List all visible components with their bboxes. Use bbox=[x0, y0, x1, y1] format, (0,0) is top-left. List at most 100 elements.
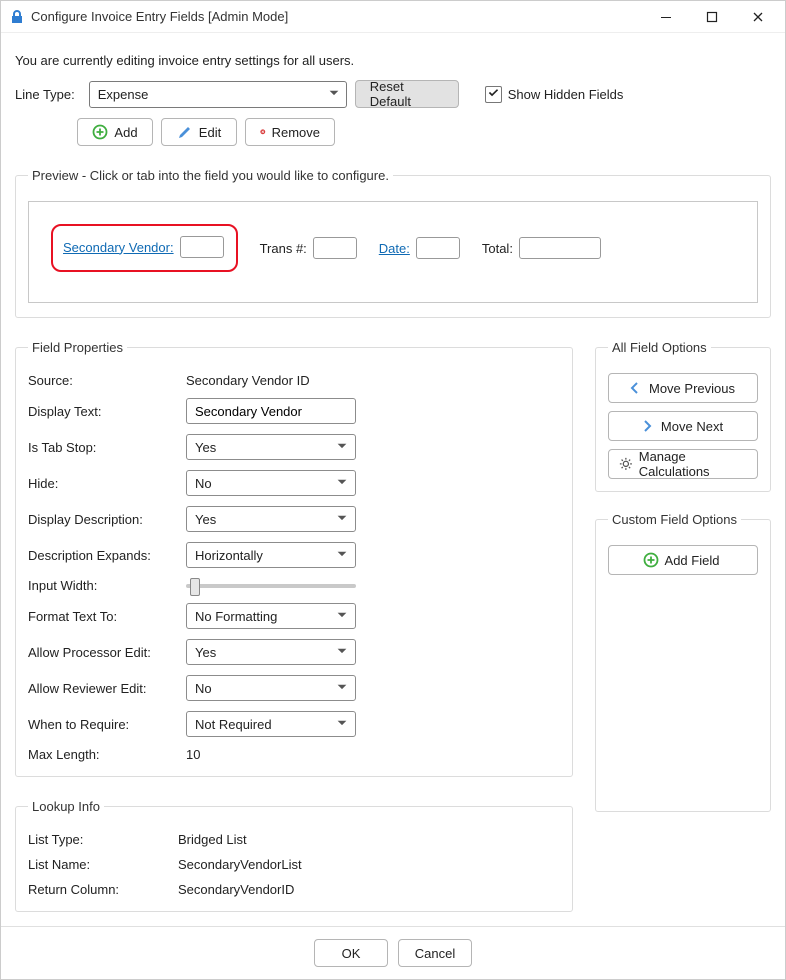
preview-row: Secondary Vendor: Trans #: Date: Total: bbox=[51, 224, 735, 272]
right-column: All Field Options Move Previous bbox=[595, 340, 771, 912]
all-field-options-legend: All Field Options bbox=[608, 340, 711, 355]
display-desc-label: Display Description: bbox=[28, 512, 178, 527]
list-type-value: Bridged List bbox=[178, 832, 560, 847]
chevron-down-icon bbox=[335, 608, 349, 625]
content-area: You are currently editing invoice entry … bbox=[1, 33, 785, 926]
preview-legend: Preview - Click or tab into the field yo… bbox=[28, 168, 393, 183]
format-select[interactable]: No Formatting bbox=[186, 603, 356, 629]
remove-button[interactable]: Remove bbox=[245, 118, 335, 146]
dialog-footer: OK Cancel bbox=[1, 926, 785, 979]
field-properties-legend: Field Properties bbox=[28, 340, 127, 355]
show-hidden-label: Show Hidden Fields bbox=[508, 87, 624, 102]
edit-button[interactable]: Edit bbox=[161, 118, 237, 146]
preview-total-label[interactable]: Total: bbox=[482, 241, 513, 256]
custom-field-options-fieldset: Custom Field Options Add Field bbox=[595, 512, 771, 812]
chevron-down-icon bbox=[327, 86, 341, 103]
return-col-value: SecondaryVendorID bbox=[178, 882, 560, 897]
list-name-value: SecondaryVendorList bbox=[178, 857, 560, 872]
preview-inner: Secondary Vendor: Trans #: Date: Total: bbox=[28, 201, 758, 303]
window-title: Configure Invoice Entry Fields [Admin Mo… bbox=[31, 9, 643, 24]
move-previous-button[interactable]: Move Previous bbox=[608, 373, 758, 403]
source-value: Secondary Vendor ID bbox=[186, 373, 560, 388]
move-next-button[interactable]: Move Next bbox=[608, 411, 758, 441]
field-properties-fieldset: Field Properties Source: Secondary Vendo… bbox=[15, 340, 573, 777]
custom-field-options-buttons: Add Field bbox=[608, 545, 758, 575]
hide-label: Hide: bbox=[28, 476, 178, 491]
line-type-row: Line Type: Expense Reset Default bbox=[15, 80, 771, 108]
all-field-options-buttons: Move Previous Move Next Ma bbox=[608, 373, 758, 479]
gear-icon bbox=[619, 456, 633, 472]
intro-text: You are currently editing invoice entry … bbox=[15, 53, 771, 68]
reset-default-button[interactable]: Reset Default bbox=[355, 80, 459, 108]
window-root: Configure Invoice Entry Fields [Admin Mo… bbox=[0, 0, 786, 980]
return-col-label: Return Column: bbox=[28, 882, 178, 897]
lookup-info-fieldset: Lookup Info List Type: Bridged List List… bbox=[15, 799, 573, 912]
preview-secondary-vendor-input[interactable] bbox=[180, 236, 224, 258]
preview-secondary-vendor-group: Secondary Vendor: bbox=[63, 236, 224, 258]
proc-edit-label: Allow Processor Edit: bbox=[28, 645, 178, 660]
rev-edit-select[interactable]: No bbox=[186, 675, 356, 701]
field-toolbar: Add Edit Remove bbox=[77, 118, 771, 146]
input-width-slider[interactable] bbox=[186, 584, 356, 588]
tab-stop-select[interactable]: Yes bbox=[186, 434, 356, 460]
ok-button[interactable]: OK bbox=[314, 939, 388, 967]
slider-thumb[interactable] bbox=[190, 578, 200, 596]
line-type-value: Expense bbox=[98, 87, 149, 102]
chevron-left-icon bbox=[627, 380, 643, 396]
body-columns: Field Properties Source: Secondary Vendo… bbox=[15, 340, 771, 912]
desc-expands-select[interactable]: Horizontally bbox=[186, 542, 356, 568]
check-icon bbox=[487, 86, 500, 102]
preview-fieldset: Preview - Click or tab into the field yo… bbox=[15, 168, 771, 318]
lock-icon bbox=[9, 9, 25, 25]
preview-transnum-group: Trans #: bbox=[260, 237, 357, 259]
close-button[interactable] bbox=[735, 1, 781, 33]
window-buttons bbox=[643, 1, 781, 33]
chevron-down-icon bbox=[335, 547, 349, 564]
remove-circle-icon bbox=[260, 124, 266, 140]
checkbox-box bbox=[485, 86, 502, 103]
line-type-select[interactable]: Expense bbox=[89, 81, 347, 108]
titlebar: Configure Invoice Entry Fields [Admin Mo… bbox=[1, 1, 785, 33]
chevron-down-icon bbox=[335, 644, 349, 661]
maximize-button[interactable] bbox=[689, 1, 735, 33]
preview-total-group: Total: bbox=[482, 237, 601, 259]
plus-circle-icon bbox=[92, 124, 108, 140]
add-button[interactable]: Add bbox=[77, 118, 153, 146]
left-column: Field Properties Source: Secondary Vendo… bbox=[15, 340, 573, 912]
custom-field-options-legend: Custom Field Options bbox=[608, 512, 741, 527]
tab-stop-label: Is Tab Stop: bbox=[28, 440, 178, 455]
pencil-icon bbox=[177, 124, 193, 140]
chevron-down-icon bbox=[335, 680, 349, 697]
preview-date-label[interactable]: Date: bbox=[379, 241, 410, 256]
preview-secondary-vendor-label[interactable]: Secondary Vendor: bbox=[63, 240, 174, 255]
lookup-grid: List Type: Bridged List List Name: Secon… bbox=[28, 832, 560, 897]
proc-edit-select[interactable]: Yes bbox=[186, 639, 356, 665]
all-field-options-fieldset: All Field Options Move Previous bbox=[595, 340, 771, 492]
cancel-button[interactable]: Cancel bbox=[398, 939, 472, 967]
line-type-label: Line Type: bbox=[15, 87, 75, 102]
display-desc-select[interactable]: Yes bbox=[186, 506, 356, 532]
display-text-input[interactable] bbox=[186, 398, 356, 424]
preview-transnum-input[interactable] bbox=[313, 237, 357, 259]
add-field-button[interactable]: Add Field bbox=[608, 545, 758, 575]
plus-circle-icon bbox=[643, 552, 659, 568]
preview-total-input[interactable] bbox=[519, 237, 601, 259]
manage-calculations-button[interactable]: Manage Calculations bbox=[608, 449, 758, 479]
preview-date-input[interactable] bbox=[416, 237, 460, 259]
source-label: Source: bbox=[28, 373, 178, 388]
format-label: Format Text To: bbox=[28, 609, 178, 624]
show-hidden-checkbox[interactable]: Show Hidden Fields bbox=[485, 86, 624, 103]
hide-select[interactable]: No bbox=[186, 470, 356, 496]
rev-edit-label: Allow Reviewer Edit: bbox=[28, 681, 178, 696]
selected-field-highlight: Secondary Vendor: bbox=[51, 224, 238, 272]
chevron-down-icon bbox=[335, 439, 349, 456]
list-name-label: List Name: bbox=[28, 857, 178, 872]
when-req-select[interactable]: Not Required bbox=[186, 711, 356, 737]
preview-transnum-label[interactable]: Trans #: bbox=[260, 241, 307, 256]
chevron-down-icon bbox=[335, 475, 349, 492]
chevron-down-icon bbox=[335, 511, 349, 528]
field-properties-grid: Source: Secondary Vendor ID Display Text… bbox=[28, 373, 560, 762]
minimize-button[interactable] bbox=[643, 1, 689, 33]
input-width-label: Input Width: bbox=[28, 578, 178, 593]
max-len-value: 10 bbox=[186, 747, 560, 762]
